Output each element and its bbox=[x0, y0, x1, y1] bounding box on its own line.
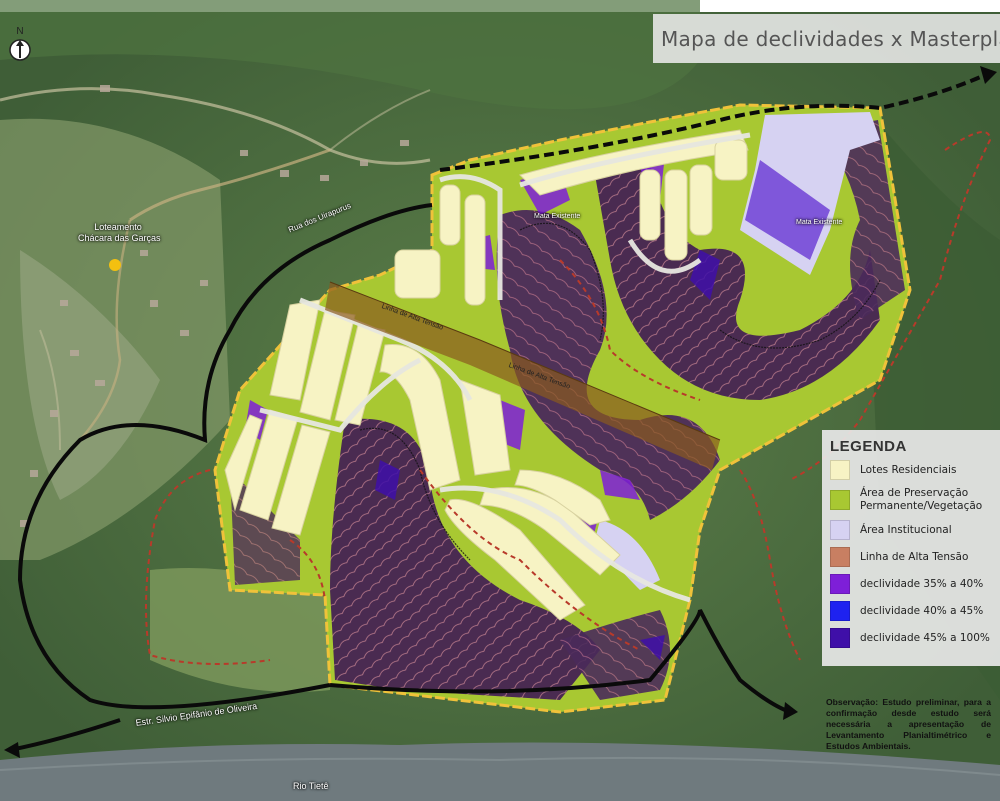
map-title: Mapa de declividades x Masterplan bbox=[661, 26, 1000, 51]
legend-swatch bbox=[830, 520, 850, 540]
north-label: N bbox=[16, 26, 23, 37]
legend-title: LEGENDA bbox=[830, 438, 907, 455]
rio-label: Rio Tietê bbox=[293, 781, 329, 791]
legend-item-decl-40-45: declividade 40% a 45% bbox=[830, 601, 994, 621]
legend-item-lotes: Lotes Residenciais bbox=[830, 460, 994, 480]
legend-item-institucional: Área Institucional bbox=[830, 520, 994, 540]
legend-item-alta-tensao: Linha de Alta Tensão bbox=[830, 547, 994, 567]
legend-panel: LEGENDA Lotes Residenciais Área de Prese… bbox=[822, 430, 1000, 666]
legend-item-decl-35-40: declividade 35% a 40% bbox=[830, 574, 994, 594]
map-title-box: Mapa de declividades x Masterplan bbox=[653, 14, 1000, 63]
legend-label: declividade 40% a 45% bbox=[860, 604, 984, 617]
legend-swatch bbox=[830, 574, 850, 594]
observation-note: Observação: Estudo preliminar, para a co… bbox=[826, 697, 991, 751]
legend-item-preservacao: Área de Preservação Permanente/Vegetação bbox=[830, 487, 994, 513]
loteamento-label: Loteamento Chácara das Garças bbox=[78, 222, 161, 244]
legend-label: Linha de Alta Tensão bbox=[860, 550, 969, 563]
legend-swatch bbox=[830, 460, 850, 480]
legend-swatch bbox=[830, 490, 850, 510]
legend-label: Lotes Residenciais bbox=[860, 463, 957, 476]
loteamento-label-line2: Chácara das Garças bbox=[78, 233, 161, 243]
legend-item-decl-45-100: declividade 45% a 100% bbox=[830, 628, 994, 648]
mata-label-1: Mata Existente bbox=[534, 213, 581, 220]
legend-swatch bbox=[830, 601, 850, 621]
north-arrow-icon: N bbox=[9, 26, 31, 61]
legend-swatch bbox=[830, 547, 850, 567]
legend-label: Área de Preservação Permanente/Vegetação bbox=[860, 487, 983, 512]
mata-label-2: Mata Existente bbox=[796, 219, 843, 226]
loteamento-label-line1: Loteamento bbox=[94, 222, 142, 232]
legend-swatch bbox=[830, 628, 850, 648]
legend-label: declividade 45% a 100% bbox=[860, 631, 990, 644]
legend-label: Área Institucional bbox=[860, 523, 952, 536]
satellite-map bbox=[0, 0, 1000, 801]
legend-label: declividade 35% a 40% bbox=[860, 577, 984, 590]
